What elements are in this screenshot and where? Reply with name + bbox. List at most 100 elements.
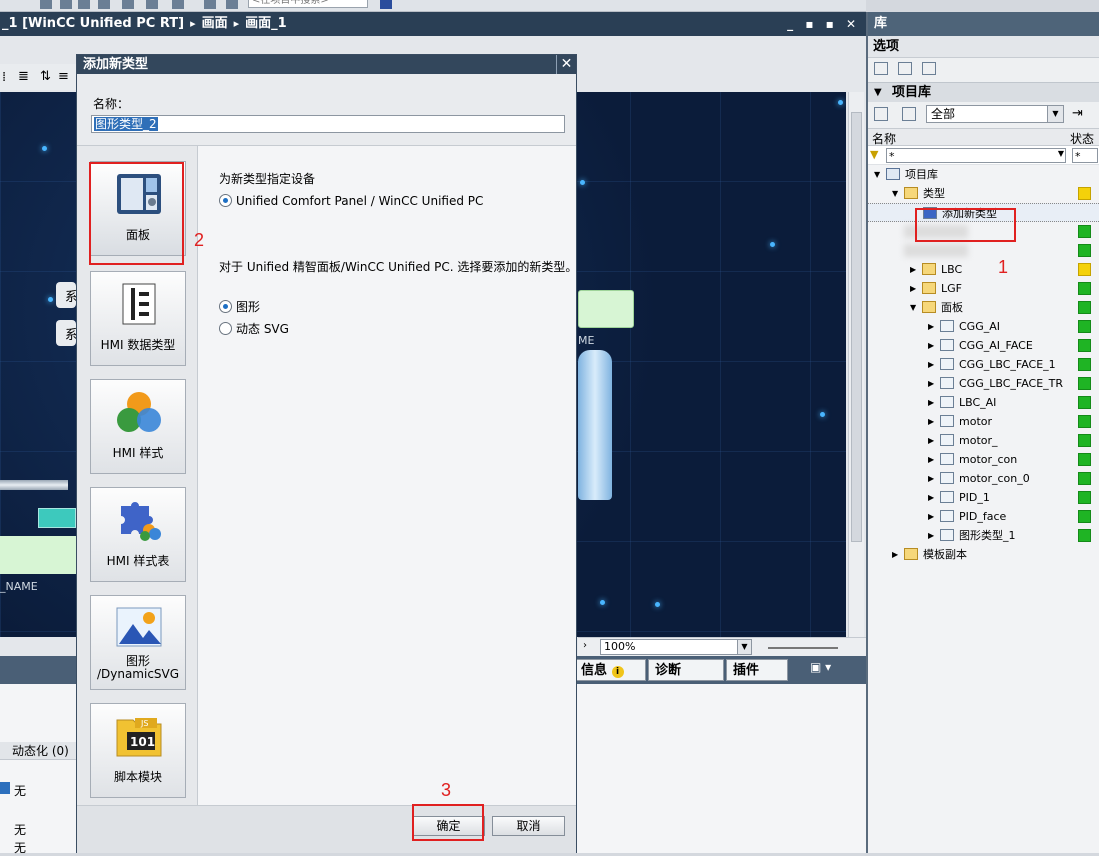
toolbar-icon[interactable] [40,0,52,9]
toolbar-icon[interactable] [172,0,184,9]
zoom-slider[interactable] [768,647,838,649]
option-dynamic-svg[interactable]: 动态 SVG [219,320,289,337]
tree-item-panel-type[interactable]: ▶ motor_ [868,431,1099,450]
tree-item-panel-type[interactable]: ▶ CGG_AI [868,317,1099,336]
option-graphic[interactable]: 图形 [219,298,260,315]
new-folder-icon[interactable] [874,107,888,121]
align-left-icon[interactable]: ≣ [18,69,29,84]
filter-icon[interactable]: ▼ [870,148,878,161]
expand-arrow-icon[interactable]: ▶ [928,450,934,469]
tab-info[interactable]: 信息 i [574,659,646,681]
tree-item-types[interactable]: ▼ 类型 [868,184,1099,203]
expand-arrow-icon[interactable]: ▶ [928,355,934,374]
library-view-icon[interactable] [874,62,888,75]
canvas-textbox[interactable] [0,536,76,574]
expand-arrow-icon[interactable]: ▶ [928,317,934,336]
tab-plugins[interactable]: 插件 [726,659,788,681]
close-icon[interactable]: ✕ [556,55,576,74]
toolbar-icon[interactable] [146,0,158,9]
toolbar-icon[interactable] [226,0,238,9]
canvas-vertical-scrollbar[interactable] [848,92,864,637]
column-status[interactable]: 状态 [1070,130,1094,147]
type-tile-hmi-data-type[interactable]: HMI 数据类型 [90,271,186,366]
tree-item-panel[interactable]: ▼ 面板 [868,298,1099,317]
expand-arrow-icon[interactable]: ▶ [928,393,934,412]
options-header[interactable]: 选项 [868,36,1099,58]
type-name-input[interactable]: 图形类型_2 [91,115,565,133]
device-option[interactable]: Unified Comfort Panel / WinCC Unified PC [219,194,483,208]
tree-item-panel-type[interactable]: ▶ CGG_LBC_FACE_1 [868,355,1099,374]
expand-arrow-icon[interactable]: ▶ [910,279,916,298]
expand-arrow-icon[interactable]: ▼ [874,165,880,184]
tree-item-lgf[interactable]: ▶ LGF [868,279,1099,298]
list-view-icon[interactable] [902,107,916,121]
align-icon[interactable]: ⁞ [2,70,6,85]
scrollbar-thumb[interactable] [851,112,862,542]
library-filter-select[interactable]: 全部 ▼ [926,105,1064,123]
expand-arrow-icon[interactable]: ▶ [928,336,934,355]
checkbox-icon[interactable] [0,782,10,794]
chevron-down-icon[interactable]: ▼ [1047,106,1063,122]
expand-arrow-icon[interactable]: ▼ [910,298,916,317]
tree-item-panel-type[interactable]: ▶ CGG_LBC_FACE_TR [868,374,1099,393]
toolbar-icon[interactable] [204,0,216,9]
toolbar-icon[interactable] [98,0,110,9]
canvas-indicator[interactable] [38,508,76,528]
dynamization-header[interactable]: 动态化 (0) [0,742,76,760]
tree-item-panel-type[interactable]: ▶ PID_1 [868,488,1099,507]
canvas-button[interactable]: 系 [56,320,78,346]
distribute-icon[interactable]: ⇅ [40,69,51,84]
name-filter-input[interactable]: * ▼ [886,148,1066,163]
radio-selected-icon[interactable] [219,194,232,207]
toolbar-icon[interactable] [122,0,134,9]
breadcrumb-device[interactable]: _1 [WinCC Unified PC RT] [2,16,184,31]
tree-item-panel-type[interactable]: ▶ motor_con [868,450,1099,469]
breadcrumb-screen[interactable]: 画面_1 [245,16,287,31]
window-controls[interactable]: _ ▪ ▪ ✕ [787,12,860,36]
align-right-icon[interactable]: ≡ [58,69,69,84]
expand-arrow-icon[interactable]: ▼ [892,184,898,203]
radio-empty-icon[interactable] [219,322,232,335]
panel-menu-icon[interactable]: ▣ ▾ [810,660,831,674]
zoom-select[interactable]: 100% ▼ [600,639,752,655]
tree-item-panel-type[interactable]: ▶ CGG_AI_FACE [868,336,1099,355]
search-go-icon[interactable] [380,0,392,9]
canvas-textbox[interactable] [578,290,634,328]
expand-arrow-icon[interactable]: ▶ [892,545,898,564]
type-tile-script-module[interactable]: JS 101 脚本模块 [90,703,186,798]
type-tile-graphic[interactable]: 图形 /DynamicSVG [90,595,186,690]
expand-arrow-icon[interactable]: ▶ [928,412,934,431]
tank-graphic[interactable] [578,350,612,500]
type-tile-hmi-style[interactable]: HMI 样式 [90,379,186,474]
library-settings-icon[interactable] [922,62,936,75]
status-filter-input[interactable]: * [1072,148,1098,163]
tree-item-panel-type[interactable]: ▶ motor [868,412,1099,431]
tree-item-panel-type[interactable]: ▶ PID_face [868,507,1099,526]
tab-diagnostics[interactable]: 诊断 [648,659,724,681]
tree-item-panel-type[interactable]: ▶ motor_con_0 [868,469,1099,488]
cancel-button[interactable]: 取消 [492,816,565,836]
tree-item-project-library[interactable]: ▼ 项目库 [868,165,1099,184]
tree-item-lbc[interactable]: ▶ LBC [868,260,1099,279]
scroll-right-icon[interactable]: › [583,640,587,651]
chevron-down-icon[interactable]: ▼ [874,83,882,103]
project-library-header[interactable]: ▼ 项目库 [868,82,1099,102]
expand-arrow-icon[interactable]: ▶ [928,507,934,526]
open-library-icon[interactable] [898,62,912,75]
expand-arrow-icon[interactable]: ▶ [928,526,934,545]
expand-arrow-icon[interactable]: ▶ [928,469,934,488]
expand-arrow-icon[interactable]: ▶ [928,431,934,450]
expand-arrow-icon[interactable]: ▶ [928,374,934,393]
toolbar-icon[interactable] [78,0,90,9]
chevron-down-icon[interactable]: ▼ [737,640,751,654]
expand-arrow-icon[interactable]: ▶ [910,260,916,279]
tree-item-master-copies[interactable]: ▶ 模板副本 [868,545,1099,564]
export-icon[interactable]: ⇥ [1072,106,1083,121]
canvas-button[interactable]: 系 [56,282,78,308]
toolbar-icon[interactable] [60,0,72,9]
type-tile-hmi-stylesheet[interactable]: HMI 样式表 [90,487,186,582]
tree-item-panel-type[interactable]: ▶ 图形类型_1 [868,526,1099,545]
column-name[interactable]: 名称 [872,130,896,147]
radio-selected-icon[interactable] [219,300,232,313]
tree-item-panel-type[interactable]: ▶ LBC_AI [868,393,1099,412]
